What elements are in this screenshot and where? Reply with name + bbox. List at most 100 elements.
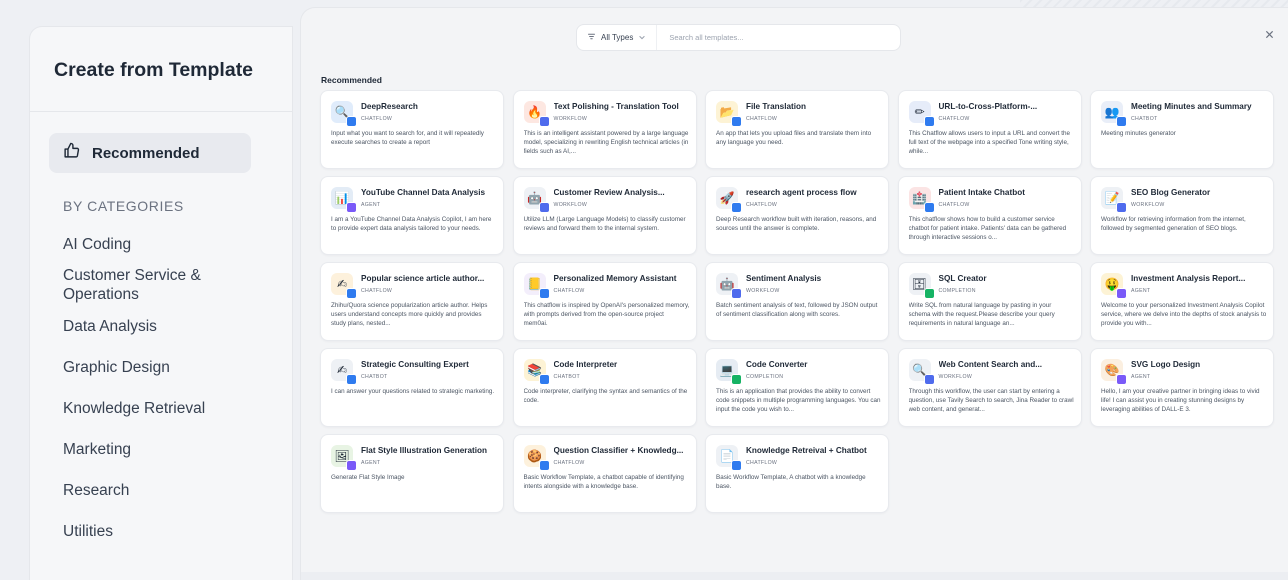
template-card[interactable]: 🗄 SQL Creator COMPLETION Write SQL from nat… [897, 262, 1082, 341]
sidebar-title: Create from Template [54, 59, 254, 81]
template-title: Personalized Memory Assistant [553, 274, 677, 283]
template-type: CHATFLOW [361, 288, 393, 294]
app-type-badge-icon [346, 374, 357, 385]
template-title: URL-to-Cross-Platform-... [938, 102, 1038, 111]
template-card[interactable]: 📒 Personalized Memory Assistant CHATFLOW Th… [512, 262, 697, 341]
sidebar-item-graphic-design[interactable]: Graphic Design [63, 358, 170, 377]
template-description: This Chatflow allows users to input a UR… [908, 130, 1070, 155]
template-card[interactable]: 🤖 Sentiment Analysis WORKFLOW Batch sentime… [705, 262, 889, 341]
template-type: AGENT [1131, 374, 1151, 380]
template-card[interactable]: 🔥 Text Polishing - Translation Tool WORKFL… [512, 90, 697, 169]
template-card[interactable]: 💻 Code Converter COMPLETION This is an appl… [705, 348, 889, 427]
pen-icon: ✍ [331, 273, 357, 299]
app-type-badge-icon [731, 460, 742, 471]
magnifier-icon: 🔍 [908, 359, 935, 385]
template-description: I can answer your questions related to s… [331, 388, 495, 395]
document-icon: 📝 [1101, 187, 1127, 213]
template-card[interactable]: 🤖 Customer Review Analysis... WORKFLOW Util… [512, 176, 697, 255]
template-card[interactable]: 🤑 Investment Analysis Report... AGENT Welco… [1090, 262, 1274, 341]
picture-icon: 🖼 [331, 445, 357, 471]
template-title: SQL Creator [938, 274, 987, 283]
app-type-badge-icon [1116, 202, 1127, 213]
template-title: Web Content Search and... [938, 360, 1043, 369]
memo-icon: 📒 [523, 273, 550, 299]
close-icon [1265, 30, 1274, 42]
template-description: Welcome to your personalized Investment … [1101, 302, 1267, 327]
template-description: Zhihu/Quora science popularization artic… [331, 302, 488, 327]
template-title: research agent process flow [746, 188, 857, 197]
type-filter-dropdown[interactable]: All Types [577, 25, 658, 50]
template-card[interactable]: 📊 YouTube Channel Data Analysis AGENT I am … [320, 176, 504, 255]
template-card[interactable]: 🏥 Patient Intake Chatbot CHATFLOW This chat… [897, 176, 1082, 255]
template-description: Deep Research workflow built with iterat… [716, 216, 877, 232]
pencil-icon: ✏ [908, 101, 935, 127]
template-type: CHATFLOW [938, 202, 970, 208]
template-type: WORKFLOW [553, 116, 588, 122]
template-description: Hello, I am your creative partner in bri… [1101, 388, 1260, 413]
database-icon: 🗄 [908, 273, 935, 299]
template-type: AGENT [1131, 288, 1151, 294]
template-title: Text Polishing - Translation Tool [553, 102, 679, 111]
template-description: Through this workflow, the user can star… [908, 388, 1074, 413]
chart-icon: 📊 [331, 187, 357, 213]
app-type-badge-icon [346, 288, 357, 299]
template-description: Write SQL from natural language by pasti… [908, 302, 1055, 327]
template-card[interactable]: ✍ Popular science article author... CHATFL… [320, 262, 504, 341]
template-card[interactable]: 🎨 SVG Logo Design AGENT Hello, I am your cr… [1090, 348, 1274, 427]
template-card[interactable]: 🔍 Web Content Search and... WORKFLOW Throug… [897, 348, 1082, 427]
sidebar-item-customer-service[interactable]: Customer Service & Operations [63, 266, 263, 304]
template-type: COMPLETION [938, 288, 976, 294]
close-button[interactable] [1258, 25, 1280, 47]
template-type: CHATFLOW [553, 460, 585, 466]
template-type: WORKFLOW [553, 202, 588, 208]
template-type: CHATBOT [361, 374, 388, 380]
template-description: Batch sentiment analysis of text, follow… [716, 302, 878, 318]
template-card[interactable]: 🖼 Flat Style Illustration Generation AGENT… [320, 434, 504, 513]
template-card[interactable]: 🚀 research agent process flow CHATFLOW Deep… [705, 176, 889, 255]
sidebar-item-utilities[interactable]: Utilities [63, 522, 113, 541]
template-card[interactable]: 📝 SEO Blog Generator WORKFLOW Workflow for … [1090, 176, 1274, 255]
sidebar-divider [30, 111, 292, 112]
template-card[interactable]: ✍ Strategic Consulting Expert CHATBOT I can… [320, 348, 504, 427]
sidebar-item-knowledge-retrieval[interactable]: Knowledge Retrieval [63, 399, 205, 418]
app-type-badge-icon [538, 460, 550, 471]
robot-icon: 🤖 [523, 187, 550, 213]
template-description: An app that lets you upload files and tr… [716, 130, 872, 146]
sidebar-item-marketing[interactable]: Marketing [63, 440, 131, 459]
template-card[interactable]: 📂 File Translation CHATFLOW An app that let… [705, 90, 889, 169]
template-title: SVG Logo Design [1131, 360, 1201, 369]
app-type-badge-icon [346, 202, 357, 213]
app-type-badge-icon [538, 202, 550, 213]
book-icon: 📚 [523, 359, 550, 385]
template-card[interactable]: 👥 Meeting Minutes and Summary CHATBOT Meeti… [1090, 90, 1274, 169]
people-icon: 👥 [1101, 101, 1127, 127]
app-type-badge-icon [731, 374, 742, 385]
template-description: Workflow for retrieving information from… [1101, 216, 1246, 232]
app-type-badge-icon [1116, 288, 1127, 299]
template-title: Sentiment Analysis [746, 274, 822, 283]
template-card[interactable]: 🍪 Question Classifier + Knowledg... CHATFL… [512, 434, 697, 513]
template-title: SEO Blog Generator [1131, 188, 1211, 197]
template-card[interactable]: 📚 Code Interpreter CHATBOT Code interpreter… [512, 348, 697, 427]
template-type: COMPLETION [746, 374, 784, 380]
template-card[interactable]: ✏ URL-to-Cross-Platform-... CHATFLOW This C… [897, 90, 1082, 169]
app-type-badge-icon [346, 116, 357, 127]
sidebar-item-data-analysis[interactable]: Data Analysis [63, 317, 157, 336]
thumbs-up-icon [63, 142, 80, 164]
template-type: CHATFLOW [746, 460, 778, 466]
search-input[interactable] [657, 25, 900, 50]
sidebar-item-ai-coding[interactable]: AI Coding [63, 235, 131, 254]
app-type-badge-icon [923, 116, 935, 127]
template-card[interactable]: 🔍 DeepResearch CHATFLOW Input what you want… [320, 90, 504, 169]
template-title: Code Converter [746, 360, 808, 369]
money-icon: 🤑 [1101, 273, 1127, 299]
template-description: Basic Workflow Template, A chatbot with … [716, 474, 866, 490]
bottom-strip [301, 572, 1288, 580]
sidebar-item-research[interactable]: Research [63, 481, 129, 500]
template-title: DeepResearch [361, 102, 418, 111]
sidebar-item-recommended[interactable]: Recommended [49, 133, 251, 173]
pen-icon: ✍ [331, 359, 357, 385]
template-card[interactable]: 📄 Knowledge Retreival + Chatbot CHATFLOW Ba… [705, 434, 889, 513]
template-description: Basic Workflow Template, a chatbot capab… [523, 474, 684, 490]
template-title: Strategic Consulting Expert [361, 360, 469, 369]
